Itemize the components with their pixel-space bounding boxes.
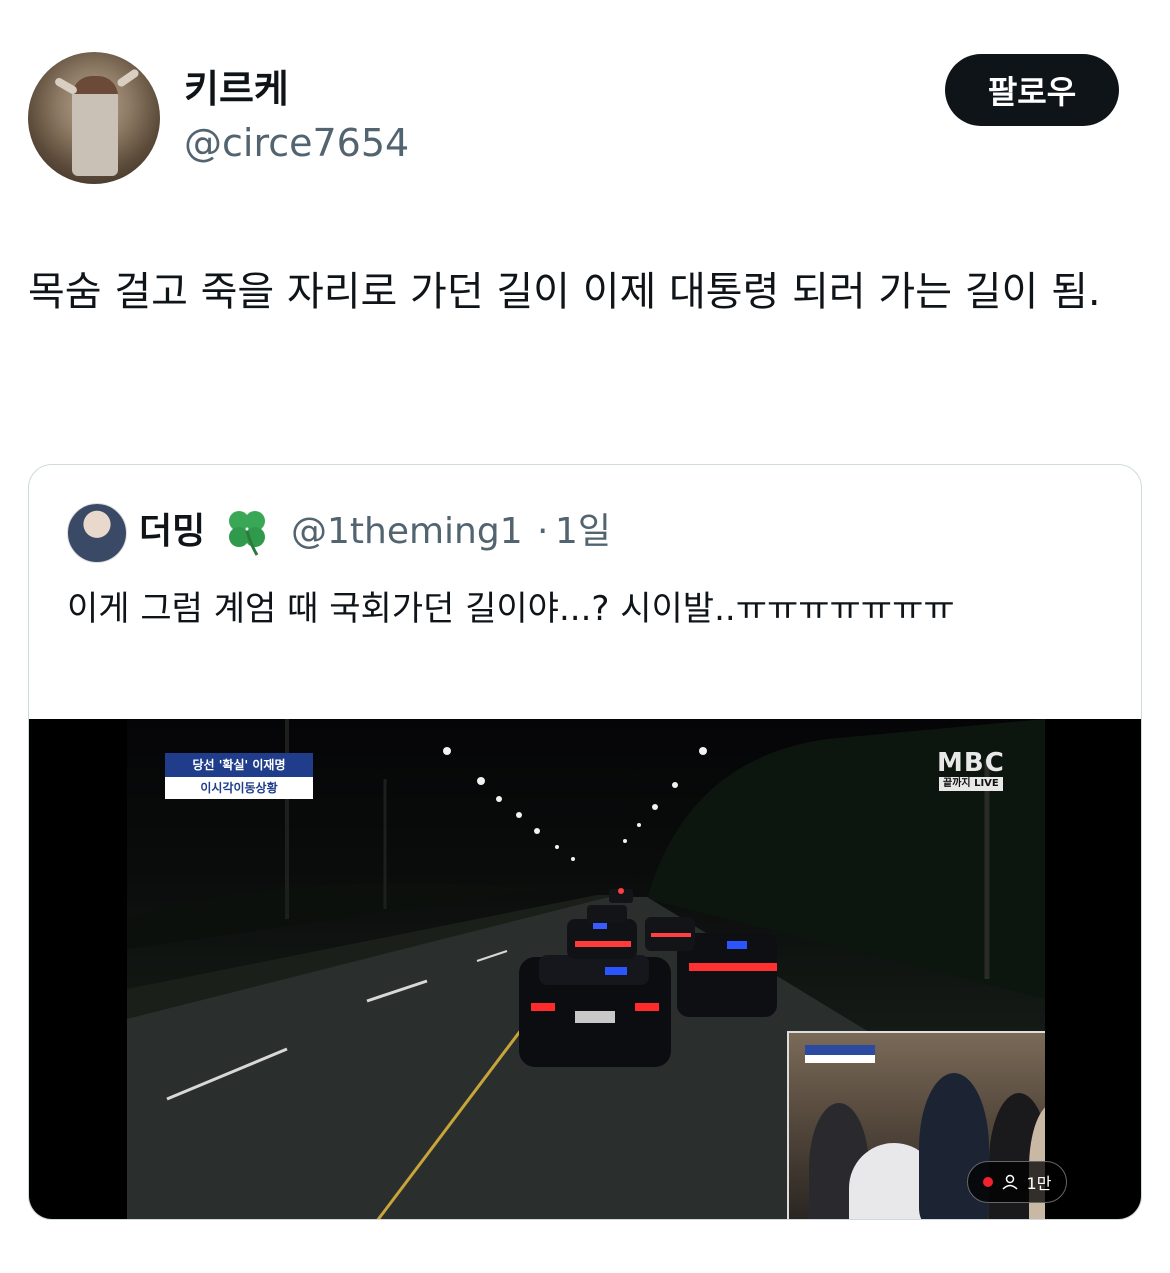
broadcaster-logo: MBC xyxy=(937,748,1005,778)
broadcast-caption-subtitle: 이시각이동상황 xyxy=(165,777,313,799)
tweet-text: 목숨 걸고 죽을 자리로 가던 길이 이제 대통령 되러 가는 길이 됨. xyxy=(28,269,1101,315)
viewer-person-icon xyxy=(1002,1174,1018,1190)
live-dot-icon xyxy=(982,1177,993,1187)
pip-caption-bar xyxy=(805,1045,875,1055)
avatar-figure xyxy=(72,76,118,176)
live-viewer-badge: 1만 xyxy=(967,1161,1067,1203)
avatar-arm-left xyxy=(53,76,79,96)
viewer-count: 1만 xyxy=(1026,1174,1052,1193)
author-display-name[interactable]: 키르케 xyxy=(184,66,289,112)
author-handle[interactable]: @circe7654 xyxy=(184,120,409,166)
broadcaster-tag: 끝까지 LIVE xyxy=(939,777,1003,791)
quoted-author-name[interactable]: 더밍 xyxy=(139,509,205,555)
quoted-tweet-text: 이게 그럼 계엄 때 국회가던 길이야...? 시이발..ㅠㅠㅠㅠㅠㅠㅠ xyxy=(67,589,955,629)
meta-separator: · xyxy=(537,511,549,552)
quoted-author-avatar[interactable] xyxy=(67,503,127,563)
broadcast-caption-title: 당선 '확실' 이재명 xyxy=(165,753,313,777)
follow-button[interactable]: 팔로우 xyxy=(945,54,1119,126)
quoted-author-handle[interactable]: @1theming1 xyxy=(291,509,523,555)
avatar-arm xyxy=(115,67,141,89)
quoted-timestamp[interactable]: 1일 xyxy=(555,509,611,555)
four-leaf-clover-icon xyxy=(229,511,265,556)
author-avatar[interactable] xyxy=(28,52,160,184)
video-frame: 당선 '확실' 이재명 이시각이동상황 MBC 끝까지 LIVE MBC xyxy=(127,719,1045,1219)
video-player[interactable]: 당선 '확실' 이재명 이시각이동상황 MBC 끝까지 LIVE MBC xyxy=(29,719,1141,1219)
pip-caption-sub xyxy=(805,1055,875,1063)
quoted-tweet-card[interactable]: 더밍 @1theming1 · 1일 이게 그럼 계엄 때 국회가던 길이야..… xyxy=(28,464,1142,1220)
